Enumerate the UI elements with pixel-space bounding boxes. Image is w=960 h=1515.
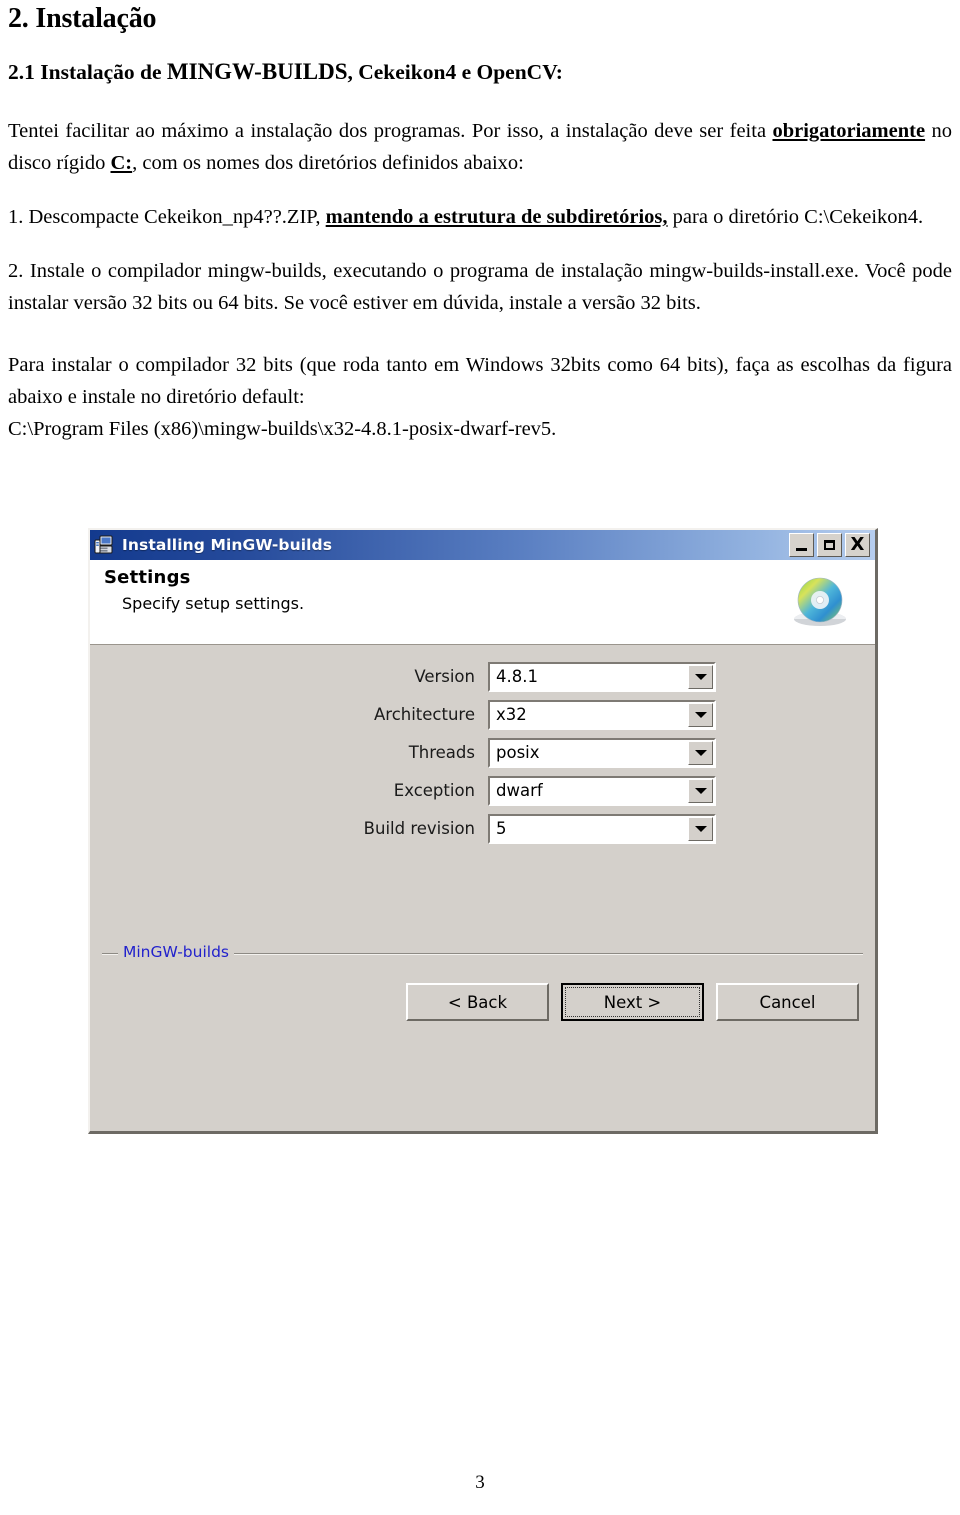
header-title: Settings: [104, 567, 191, 588]
dialog-header: Settings Specify setup settings.: [90, 560, 875, 645]
label-build-revision: Build revision: [363, 819, 475, 838]
next-button[interactable]: Next >: [561, 983, 704, 1021]
chevron-down-icon[interactable]: [688, 740, 713, 765]
label-version: Version: [414, 667, 475, 686]
header-subtitle: Specify setup settings.: [122, 594, 305, 613]
dialog-body: Version 4.8.1 Architecture x32 Threads p…: [90, 645, 875, 1043]
page-number: 3: [475, 1472, 485, 1493]
subsection-heading-suffix: , Cekeikon4 e OpenCV:: [347, 60, 563, 84]
combobox-exception-value: dwarf: [496, 781, 543, 800]
combobox-architecture[interactable]: x32: [488, 699, 716, 730]
dialog-titlebar[interactable]: Installing MinGW-builds X: [90, 530, 875, 560]
form-row-exception: Exception dwarf: [90, 774, 875, 807]
emphasis-drive-c: C:: [110, 152, 133, 174]
minimize-button[interactable]: [789, 533, 814, 557]
paragraph-intro: Tentei facilitar ao máximo a instalação …: [8, 115, 952, 179]
form-row-threads: Threads posix: [90, 736, 875, 769]
combobox-threads-value: posix: [496, 743, 540, 762]
window-controls: X: [789, 533, 872, 557]
chevron-down-icon[interactable]: [688, 816, 713, 841]
installer-computer-icon: [94, 534, 116, 556]
cancel-button[interactable]: Cancel: [716, 983, 859, 1021]
paragraph-step-1: 1. Descompacte Cekeikon_np4??.ZIP, mante…: [8, 201, 952, 233]
combobox-version-value: 4.8.1: [496, 667, 538, 686]
next-button-focus-ring: Next >: [565, 987, 700, 1017]
paragraph-intro-part1: Tentei facilitar ao máximo a instalação …: [8, 120, 773, 142]
close-button[interactable]: X: [845, 533, 870, 557]
settings-form: Version 4.8.1 Architecture x32 Threads p…: [90, 660, 875, 850]
label-threads: Threads: [408, 743, 475, 762]
dialog-title: Installing MinGW-builds: [122, 536, 333, 554]
label-architecture: Architecture: [373, 705, 475, 724]
subsection-heading: 2.1 Instalação de MINGW-BUILDS, Cekeikon…: [8, 59, 952, 85]
combobox-architecture-value: x32: [496, 705, 527, 724]
cancel-button-label: Cancel: [759, 992, 816, 1012]
form-row-architecture: Architecture x32: [90, 698, 875, 731]
emphasis-obrigatoriamente: obrigatoriamente: [772, 120, 926, 142]
next-button-label: Next >: [603, 992, 662, 1012]
maximize-icon: [824, 540, 835, 550]
minimize-icon: [796, 547, 807, 551]
branding-separator: MinGW-builds: [102, 943, 863, 961]
close-icon: X: [850, 534, 865, 555]
installer-screenshot: Installing MinGW-builds X Settings Speci: [88, 528, 878, 1134]
combobox-version[interactable]: 4.8.1: [488, 661, 716, 692]
paragraph-step-2: 2. Instale o compilador mingw-builds, ex…: [8, 260, 952, 314]
wizard-button-row: < Back Next > Cancel: [406, 983, 859, 1021]
paragraph-default-path: C:\Program Files (x86)\mingw-builds\x32-…: [8, 418, 557, 440]
back-button[interactable]: < Back: [406, 983, 549, 1021]
form-row-build-revision: Build revision 5: [90, 812, 875, 845]
back-button-label: < Back: [447, 992, 508, 1012]
chevron-down-icon[interactable]: [688, 702, 713, 727]
subsection-heading-prefix: 2.1 Instalação de: [8, 60, 167, 84]
paragraph-intro-part3: , com os nomes dos diretórios definidos …: [132, 152, 524, 174]
emphasis-subdiretorios: mantendo a estrutura de subdiretórios,: [325, 206, 668, 228]
combobox-exception[interactable]: dwarf: [488, 775, 716, 806]
form-row-version: Version 4.8.1: [90, 660, 875, 693]
cd-disc-icon: [789, 573, 851, 631]
chevron-down-icon[interactable]: [688, 778, 713, 803]
step1-part1: 1. Descompacte Cekeikon_np4??.ZIP,: [8, 206, 326, 228]
maximize-button[interactable]: [817, 533, 842, 557]
document-page: 2. Instalação 2.1 Instalação de MINGW-BU…: [0, 0, 960, 1515]
step1-part2: para o diretório C:\Cekeikon4.: [667, 206, 924, 228]
branding-label: MinGW-builds: [118, 943, 234, 961]
subsection-heading-caps: MINGW-BUILDS: [166, 59, 348, 84]
combobox-threads[interactable]: posix: [488, 737, 716, 768]
document-content: 2. Instalação 2.1 Instalação de MINGW-BU…: [8, 2, 952, 445]
combobox-build-revision-value: 5: [496, 819, 507, 838]
installer-dialog-window: Installing MinGW-builds X Settings Speci: [88, 528, 878, 1134]
section-heading: 2. Instalação: [8, 3, 157, 34]
paragraph-install-note: Para instalar o compilador 32 bits (que …: [8, 354, 952, 408]
combobox-build-revision[interactable]: 5: [488, 813, 716, 844]
label-exception: Exception: [393, 781, 475, 800]
chevron-down-icon[interactable]: [688, 664, 713, 689]
